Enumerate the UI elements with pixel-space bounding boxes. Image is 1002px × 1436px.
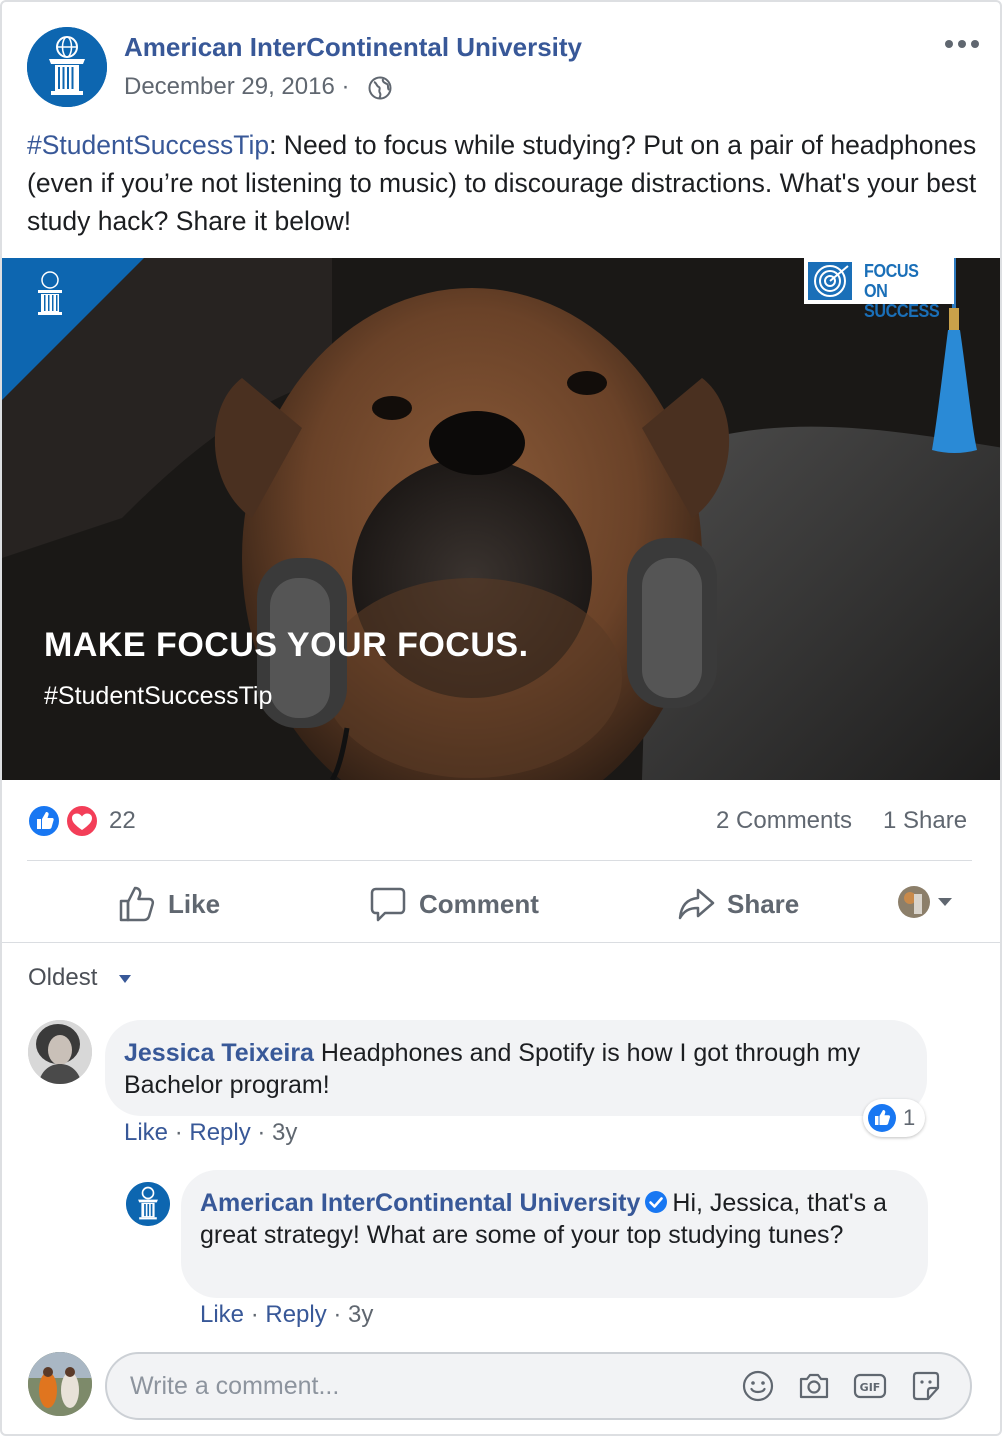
image-headline: MAKE FOCUS YOUR FOCUS. bbox=[44, 626, 529, 664]
post-card: American InterContinental University Dec… bbox=[0, 0, 1002, 1436]
camera-icon[interactable] bbox=[796, 1368, 832, 1404]
reply-body: American InterContinental University Hi, … bbox=[200, 1187, 920, 1251]
comment-button-label: Comment bbox=[419, 888, 539, 919]
focus-badge-text: FOCUS ON SUCCESS bbox=[864, 261, 945, 321]
post-message: #StudentSuccessTip: Need to focus while … bbox=[27, 126, 977, 240]
comment-input-placeholder[interactable]: Write a comment... bbox=[130, 1372, 339, 1401]
sticker-icon[interactable] bbox=[908, 1368, 944, 1404]
post-timestamp[interactable]: December 29, 2016 · bbox=[124, 73, 349, 101]
more-options-icon[interactable] bbox=[944, 36, 980, 52]
share-button[interactable]: Share bbox=[677, 877, 799, 931]
reaction-count[interactable]: 22 bbox=[109, 807, 136, 835]
love-reaction-icon bbox=[65, 804, 99, 838]
divider bbox=[2, 942, 1000, 943]
shares-count-link[interactable]: 1 Share bbox=[883, 807, 967, 835]
focus-badge-line1: FOCUS ON bbox=[864, 261, 919, 301]
aiu-logo-icon bbox=[27, 27, 107, 107]
comment-reply-link[interactable]: Reply bbox=[189, 1119, 250, 1146]
chevron-down-icon bbox=[938, 898, 952, 906]
comment-body: Jessica Teixeira Headphones and Spotify … bbox=[124, 1037, 914, 1101]
like-button[interactable]: Like bbox=[118, 877, 220, 931]
divider bbox=[27, 860, 972, 861]
comment-button[interactable]: Comment bbox=[369, 877, 539, 931]
comments-count-link[interactable]: 2 Comments bbox=[716, 807, 852, 835]
like-button-label: Like bbox=[168, 888, 221, 919]
share-arrow-icon bbox=[678, 888, 715, 920]
page-logo-avatar[interactable] bbox=[27, 27, 107, 107]
comment-bubble-icon bbox=[370, 887, 406, 922]
reply-meta: Like · Reply · 3y bbox=[200, 1301, 374, 1328]
post-as-selector[interactable] bbox=[896, 884, 960, 920]
emoji-icon[interactable] bbox=[740, 1368, 776, 1404]
reply-reply-link[interactable]: Reply bbox=[265, 1301, 326, 1328]
user-photo bbox=[28, 1352, 92, 1416]
page-name-link[interactable]: American InterContinental University bbox=[124, 32, 582, 63]
gif-icon[interactable]: GIF bbox=[852, 1368, 888, 1404]
commenter-avatar[interactable] bbox=[28, 1020, 92, 1084]
svg-text:GIF: GIF bbox=[860, 1381, 881, 1394]
reply-like-link[interactable]: Like bbox=[200, 1301, 244, 1328]
viewer-avatar-dropdown bbox=[898, 886, 952, 918]
reply-author-link[interactable]: American InterContinental University bbox=[200, 1189, 640, 1217]
comment-age[interactable]: 3y bbox=[272, 1119, 297, 1146]
verified-badge-icon bbox=[645, 1191, 668, 1213]
thumbs-up-icon bbox=[119, 886, 155, 922]
image-hashtag: #StudentSuccessTip bbox=[44, 682, 273, 710]
comment-sort-dropdown[interactable]: Oldest bbox=[28, 964, 97, 992]
current-user-avatar[interactable] bbox=[28, 1352, 92, 1416]
globe-icon bbox=[368, 76, 392, 100]
reaction-icons[interactable] bbox=[27, 804, 103, 838]
reply-age[interactable]: 3y bbox=[348, 1301, 373, 1328]
comment-reaction-badge[interactable]: 1 bbox=[863, 1099, 925, 1137]
comment-like-link[interactable]: Like bbox=[124, 1119, 168, 1146]
like-reaction-icon bbox=[27, 804, 61, 838]
focus-badge-line2: SUCCESS bbox=[864, 301, 940, 321]
comment-reaction-count: 1 bbox=[903, 1105, 916, 1130]
comment-meta: Like · Reply · 3y bbox=[124, 1119, 298, 1146]
target-icon bbox=[808, 262, 852, 300]
share-button-label: Share bbox=[727, 888, 800, 919]
aiu-logo-icon bbox=[126, 1182, 170, 1226]
page-reply-avatar[interactable] bbox=[126, 1182, 170, 1226]
chevron-down-icon[interactable] bbox=[118, 974, 132, 984]
hashtag-link[interactable]: #StudentSuccessTip bbox=[27, 130, 269, 160]
comment-author-link[interactable]: Jessica Teixeira bbox=[124, 1039, 314, 1067]
like-reaction-icon bbox=[868, 1104, 896, 1132]
user-photo bbox=[28, 1020, 92, 1084]
